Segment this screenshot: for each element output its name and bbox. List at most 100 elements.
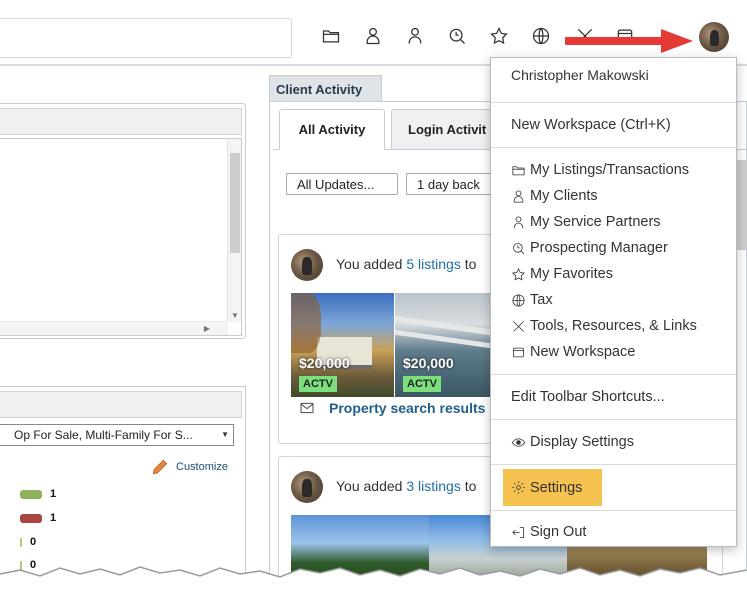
eye-icon xyxy=(511,437,526,447)
property-type-value: Op For Sale, Multi-Family For S... xyxy=(14,428,193,442)
listing-status-badge: ACTV xyxy=(403,376,441,392)
favorites-icon xyxy=(512,267,525,280)
listing-photo[interactable]: $20,000 ACTV xyxy=(395,293,498,397)
menu-item-label: My Service Partners xyxy=(530,214,661,230)
updates-filter-select[interactable]: All Updates... xyxy=(286,173,398,195)
count-value: 1 xyxy=(50,512,57,524)
menu-item-label: My Favorites xyxy=(530,266,613,282)
activity-text-suffix: to xyxy=(460,478,477,494)
horizontal-scrollbar[interactable]: ▶ xyxy=(0,321,228,335)
menu-item-label: New Workspace xyxy=(530,344,636,360)
menu-item-display-settings[interactable]: Display Settings xyxy=(511,434,634,450)
card-avatar xyxy=(291,471,323,503)
activity-text-suffix: to xyxy=(460,256,477,272)
menu-item-my-favorites[interactable]: My Favorites xyxy=(511,266,613,282)
period-filter-select[interactable]: 1 day back xyxy=(406,173,491,195)
property-search-results-link[interactable]: Property search results xyxy=(299,400,485,416)
menu-item-new-workspace[interactable]: New Workspace xyxy=(511,344,635,360)
red-arrow-annotation xyxy=(565,29,693,53)
client-activity-title[interactable]: Client Activity xyxy=(269,75,382,101)
left-chart-header xyxy=(0,391,242,418)
left-widget-header xyxy=(0,108,242,135)
tab-login-activity[interactable]: Login Activit xyxy=(391,109,491,150)
menu-divider xyxy=(491,510,736,511)
search-input[interactable] xyxy=(0,18,292,58)
menu-divider xyxy=(491,102,736,103)
menu-item-edit-toolbar-shortcuts[interactable]: Edit Toolbar Shortcuts... xyxy=(511,389,665,405)
menu-item-label: Display Settings xyxy=(530,434,634,450)
menu-item-settings[interactable]: Settings xyxy=(503,469,602,506)
scrollbar-thumb[interactable] xyxy=(230,153,240,253)
sign-out-icon xyxy=(512,526,524,538)
clients-icon xyxy=(513,189,524,203)
menu-item-label: Sign Out xyxy=(530,524,587,540)
menu-divider xyxy=(491,374,736,375)
scroll-down-icon[interactable]: ▼ xyxy=(231,311,239,320)
vertical-scrollbar[interactable]: ▼ xyxy=(227,139,241,322)
user-avatar[interactable] xyxy=(699,22,729,52)
menu-divider xyxy=(491,147,736,148)
scroll-right-icon[interactable]: ▶ xyxy=(204,324,210,333)
activity-text: You added 5 listings to xyxy=(336,256,476,272)
folder-icon xyxy=(512,165,525,175)
listings-link[interactable]: 5 listings xyxy=(406,256,460,272)
menu-item-my-listings[interactable]: My Listings/Transactions xyxy=(511,162,689,178)
activity-scrollbar-thumb[interactable] xyxy=(737,160,747,250)
tab-all-activity[interactable]: All Activity xyxy=(279,109,385,150)
count-value: 0 xyxy=(30,536,37,548)
menu-item-prospecting-manager[interactable]: Prospecting Manager xyxy=(511,240,668,256)
menu-item-tax[interactable]: Tax xyxy=(511,292,553,308)
globe-icon xyxy=(512,293,525,307)
menu-item-tools-resources[interactable]: Tools, Resources, & Links xyxy=(511,318,697,334)
menu-item-label: My Listings/Transactions xyxy=(530,162,690,178)
left-widget-panel: ▼ ▶ xyxy=(0,103,246,339)
menu-item-my-service-partners[interactable]: My Service Partners xyxy=(511,214,661,230)
menu-item-new-workspace-shortcut[interactable]: New Workspace (Ctrl+K) xyxy=(511,117,671,133)
prospecting-icon xyxy=(513,242,525,254)
service-partners-icon xyxy=(513,215,524,228)
prospecting-icon[interactable] xyxy=(446,25,468,47)
workspace-icon xyxy=(513,347,524,357)
count-row: 1 xyxy=(20,488,56,500)
gear-icon xyxy=(512,481,525,494)
menu-divider xyxy=(491,419,736,420)
activity-text: You added 3 listings to xyxy=(336,478,476,494)
chevron-down-icon: ▼ xyxy=(221,430,229,439)
count-value: 1 xyxy=(50,488,57,500)
customize-button[interactable]: Customize xyxy=(150,457,228,477)
folder-icon[interactable] xyxy=(320,25,342,47)
count-row: 0 xyxy=(20,536,36,548)
menu-item-my-clients[interactable]: My Clients xyxy=(511,188,598,204)
listing-status-badge: ACTV xyxy=(299,376,337,392)
tools-icon xyxy=(513,320,524,332)
menu-item-label: Tax xyxy=(530,292,553,308)
listing-price: $20,000 xyxy=(299,355,350,371)
service-partners-icon[interactable] xyxy=(404,25,426,47)
menu-divider xyxy=(491,464,736,465)
listing-price: $20,000 xyxy=(403,355,454,371)
customize-label: Customize xyxy=(176,461,228,473)
count-bar xyxy=(20,489,42,499)
mail-icon xyxy=(300,402,314,414)
menu-item-label: Prospecting Manager xyxy=(530,240,668,256)
listings-link[interactable]: 3 listings xyxy=(406,478,460,494)
menu-item-sign-out[interactable]: Sign Out xyxy=(511,524,586,540)
activity-text-prefix: You added xyxy=(336,478,407,494)
count-row: 1 xyxy=(20,512,56,524)
listing-photo[interactable]: $20,000 ACTV xyxy=(291,293,394,397)
property-type-select[interactable]: Op For Sale, Multi-Family For S... ▼ xyxy=(0,424,234,446)
menu-item-label: Settings xyxy=(530,479,583,496)
pencil-icon xyxy=(152,459,168,475)
torn-edge-bottom xyxy=(0,566,747,590)
menu-item-label: My Clients xyxy=(530,188,598,204)
count-bar xyxy=(20,537,22,547)
globe-icon[interactable] xyxy=(530,25,552,47)
user-menu-dropdown: Christopher Makowski New Workspace (Ctrl… xyxy=(490,57,737,547)
left-widget-list: ▼ ▶ xyxy=(0,138,242,336)
menu-item-label: Tools, Resources, & Links xyxy=(530,318,697,334)
property-search-results-label: Property search results xyxy=(329,400,486,416)
favorites-icon[interactable] xyxy=(488,25,510,47)
activity-text-prefix: You added xyxy=(336,256,407,272)
card-avatar xyxy=(291,249,323,281)
clients-icon[interactable] xyxy=(362,25,384,47)
